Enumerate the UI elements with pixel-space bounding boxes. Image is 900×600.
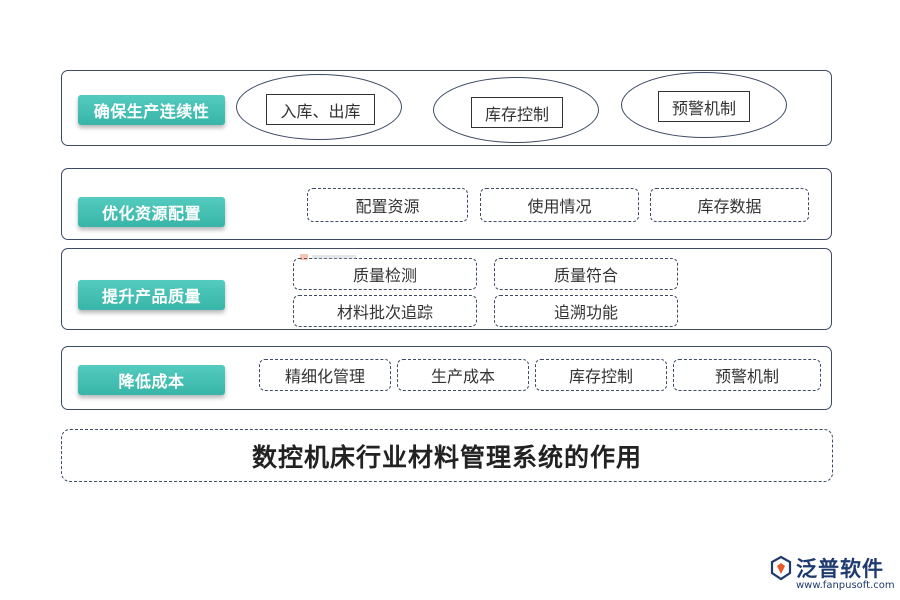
brand-name: 泛普软件 (796, 557, 884, 581)
brand-logo: 泛普软件 www.fanpusoft.com (768, 553, 895, 595)
row-label: 降低成本 (78, 365, 225, 395)
item-box: 预警机制 (673, 359, 821, 391)
watermark-icon (300, 254, 356, 260)
item-box: 预警机制 (658, 91, 750, 122)
row-label: 优化资源配置 (78, 197, 225, 227)
brand-url: www.fanpusoft.com (796, 580, 895, 591)
item-box: 库存控制 (535, 359, 667, 391)
item-box: 精细化管理 (259, 359, 391, 391)
row-production-continuity: 确保生产连续性 入库、出库 库存控制 预警机制 (61, 70, 832, 146)
fanpu-logo-icon (770, 555, 792, 581)
item-box: 库存数据 (650, 188, 809, 222)
item-box: 入库、出库 (266, 94, 375, 125)
row-resource-allocation: 优化资源配置 配置资源 使用情况 库存数据 (61, 168, 832, 240)
item-box: 生产成本 (397, 359, 529, 391)
item-box: 材料批次追踪 (293, 295, 477, 327)
item-box: 追溯功能 (494, 295, 678, 327)
row-label: 确保生产连续性 (78, 95, 225, 125)
row-label: 提升产品质量 (78, 280, 225, 310)
item-box: 质量符合 (494, 258, 678, 290)
item-box: 质量检测 (293, 258, 477, 290)
row-cost-reduction: 降低成本 精细化管理 生产成本 库存控制 预警机制 (61, 346, 832, 410)
row-product-quality: 提升产品质量 质量检测 质量符合 材料批次追踪 追溯功能 (61, 248, 832, 330)
diagram-title: 数控机床行业材料管理系统的作用 (61, 429, 833, 482)
item-box: 配置资源 (307, 188, 468, 222)
item-box: 库存控制 (471, 97, 563, 128)
item-box: 使用情况 (480, 188, 639, 222)
